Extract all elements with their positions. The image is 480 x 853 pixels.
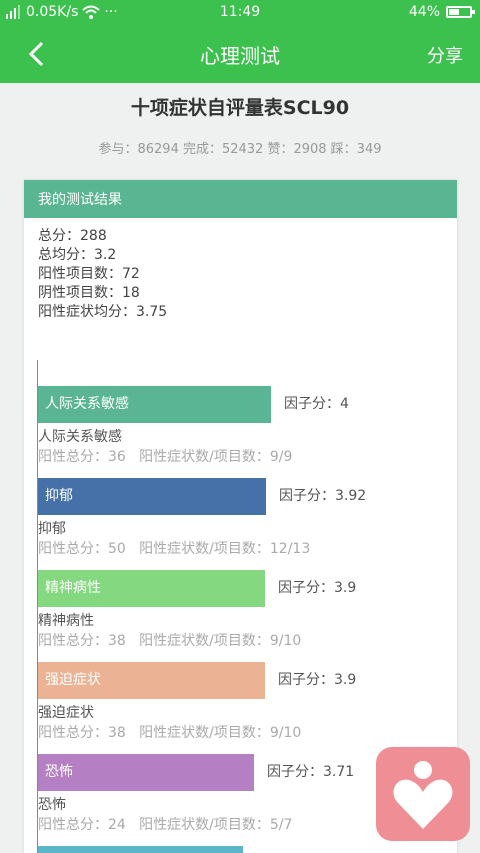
battery-icon [446,6,475,18]
bar-item-meta: 阳性总分：50 阳性症状数/项目数：12/13 [38,541,311,557]
test-stats: 参与：86294 完成：52432 赞：2908 踩：349 [98,142,382,157]
nav-title: 心理测试 [200,44,280,68]
chart-bar: 抑郁 [38,478,266,515]
status-bar: 0.05K/s ··· 11:49 44% [0,0,480,25]
bar-item-name: 抑郁 [38,521,66,537]
bar-item-meta: 阳性总分：36 阳性症状数/项目数：9/9 [38,449,293,465]
nav-bar: 心理测试 分享 [0,25,480,83]
chart-bar: 人际关系敏感 [38,386,271,423]
bar-item-name: 恐怖 [38,797,66,813]
bar-factor-score: 因子分：3.92 [279,488,367,504]
chart-bar: 精神病性 [38,570,265,607]
heart-person-icon [393,761,453,829]
summary-positive-count: 阳性项目数：72 [38,266,140,282]
test-title: 十项症状自评量表SCL90 [130,97,350,119]
summary-negative-count: 阴性项目数：18 [38,285,140,301]
bar-factor-score: 因子分：3.9 [278,580,357,596]
bar-factor-score: 因子分：3.71 [267,764,355,780]
chart-bar: 恐怖 [38,754,254,791]
bar-item-meta: 阳性总分：38 阳性症状数/项目数：9/10 [38,725,302,741]
floating-action-button[interactable] [376,747,470,841]
bar-item-name: 精神病性 [38,613,94,629]
summary-positive-average: 阳性症状均分：3.75 [38,304,168,320]
bar-item-name: 强迫症状 [38,705,94,721]
share-button[interactable]: 分享 [427,42,463,68]
bar-item-meta: 阳性总分：38 阳性症状数/项目数：9/10 [38,633,302,649]
battery-fill [449,9,459,15]
result-summary: 总分：288 总均分：3.2 阳性项目数：72 阴性项目数：18 阳性症状均分：… [24,218,457,322]
bar-factor-score: 因子分：4 [284,396,349,412]
bar-factor-score: 因子分：3.9 [278,672,357,688]
battery-percent: 44% [408,4,440,20]
chart-bar: 强迫症状 [38,662,265,699]
bar-item-meta: 阳性总分：24 阳性症状数/项目数：5/7 [38,817,293,833]
result-card-title: 我的测试结果 [24,180,457,218]
status-right: 44% [408,4,475,20]
chart-bar-partial [38,846,243,853]
test-header: 十项症状自评量表SCL90 参与：86294 完成：52432 赞：2908 踩… [0,93,480,157]
bar-item-name: 人际关系敏感 [38,429,122,445]
summary-average: 总均分：3.2 [38,247,117,263]
summary-total: 总分：288 [38,228,107,244]
